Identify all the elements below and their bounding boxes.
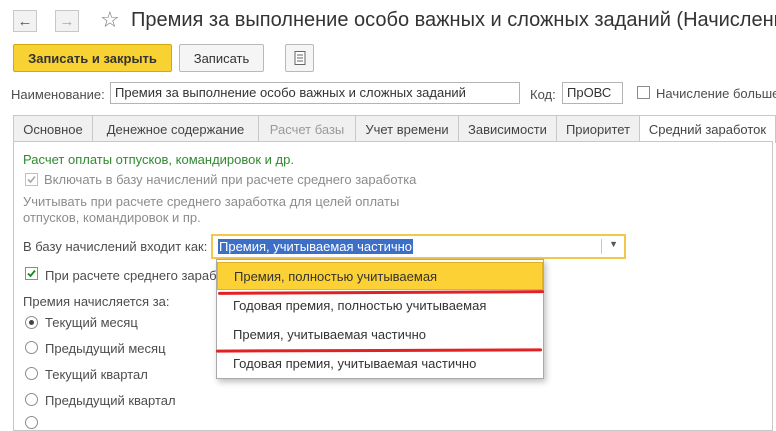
radio-current-month-label: Текущий месяц (45, 315, 138, 330)
code-input[interactable]: ПрОВС (562, 82, 623, 104)
section-title: Расчет оплаты отпусков, командировок и д… (23, 152, 294, 167)
checkmark-icon (27, 269, 36, 278)
dropdown-option[interactable]: Премия, учитываемая частично (217, 321, 543, 349)
base-select-value: Премия, учитываемая частично (218, 239, 414, 254)
page-title: Премия за выполнение особо важных и слож… (131, 9, 776, 31)
save-and-close-button[interactable]: Записать и закрыть (13, 44, 172, 72)
note-line-1: Учитывать при расчете среднего заработка… (23, 194, 400, 209)
radio-previous-quarter-label: Предыдущий квартал (45, 393, 176, 408)
radio-partial[interactable] (25, 416, 38, 429)
radio-previous-month[interactable] (25, 341, 38, 354)
tab-main[interactable]: Основное (13, 115, 93, 142)
select-separator (601, 239, 602, 254)
note-line-2: отпусков, командировок и пр. (23, 210, 201, 225)
document-list-icon (294, 51, 305, 65)
radio-current-quarter[interactable] (25, 367, 38, 380)
extra-checkbox[interactable] (637, 86, 650, 99)
name-input[interactable]: Премия за выполнение особо важных и слож… (110, 82, 520, 104)
checkmark-icon (27, 175, 36, 184)
dropdown-list: Премия, полностью учитываемая Годовая пр… (216, 259, 544, 379)
radio-previous-month-label: Предыдущий месяц (45, 341, 166, 356)
base-label: В базу начислений входит как: (23, 239, 208, 254)
dropdown-option[interactable]: Годовая премия, учитываемая частично (217, 350, 543, 378)
include-checkbox (25, 173, 38, 186)
tab-time[interactable]: Учет времени (355, 115, 459, 142)
tab-bar: Основное Денежное содержание Расчет базы… (13, 115, 776, 143)
star-icon[interactable]: ☆ (100, 7, 120, 33)
radio-previous-quarter[interactable] (25, 393, 38, 406)
forward-button[interactable]: → (55, 10, 79, 32)
radio-current-quarter-label: Текущий квартал (45, 367, 148, 382)
dropdown-option[interactable]: Премия, полностью учитываемая (217, 262, 543, 290)
arrow-left-icon: ← (17, 12, 33, 30)
tab-dependencies[interactable]: Зависимости (458, 115, 557, 142)
name-label: Наименование: (11, 87, 105, 102)
radio-current-month[interactable] (25, 316, 38, 329)
avg-checkbox-label: При расчете среднего зараб (45, 268, 217, 283)
code-label: Код: (530, 87, 556, 102)
tab-average-earnings[interactable]: Средний заработок (639, 115, 776, 143)
save-button[interactable]: Записать (179, 44, 264, 72)
arrow-right-icon: → (59, 12, 75, 30)
include-checkbox-label: Включать в базу начислений при расчете с… (44, 172, 417, 187)
back-button[interactable]: ← (13, 10, 37, 32)
chevron-down-icon[interactable]: ▼ (609, 239, 618, 249)
tab-money[interactable]: Денежное содержание (92, 115, 259, 142)
base-select[interactable]: Премия, учитываемая частично ▼ (211, 234, 626, 259)
tab-priority[interactable]: Приоритет (556, 115, 640, 142)
tab-base-calc: Расчет базы (258, 115, 356, 142)
extra-checkbox-label: Начисление больше (656, 86, 776, 101)
more-button[interactable] (285, 44, 314, 72)
period-label: Премия начисляется за: (23, 294, 170, 309)
dropdown-option[interactable]: Годовая премия, полностью учитываемая (217, 292, 543, 320)
avg-checkbox[interactable] (25, 267, 38, 280)
